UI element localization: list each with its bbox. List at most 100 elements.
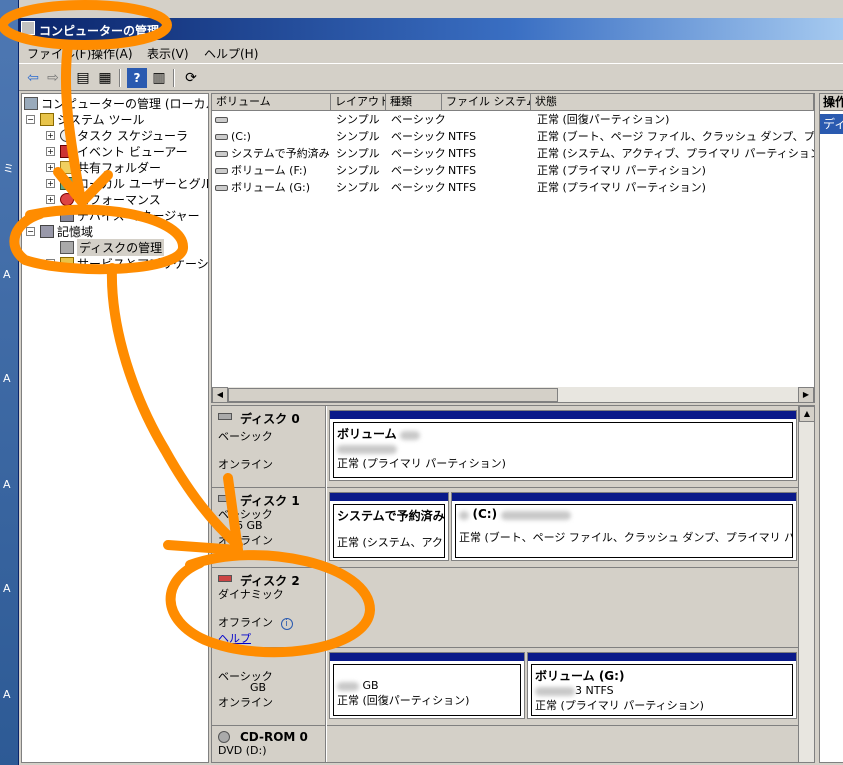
scrollbar-thumb[interactable]: [228, 388, 558, 402]
disk-label[interactable]: ディスク 1 ベーシック 6 GB オンライン: [212, 488, 326, 568]
help-link[interactable]: ヘルプ: [218, 630, 251, 646]
cell-type: ベーシック: [391, 130, 446, 143]
disk-state: オンライン: [218, 696, 273, 709]
partition-status: 正常 (回復パーティション): [337, 694, 470, 707]
redacted-text: [535, 686, 575, 696]
tree-item-event-viewer[interactable]: + イベント ビューアー: [46, 143, 188, 159]
redacted-text: [337, 681, 359, 691]
info-icon[interactable]: i: [280, 618, 293, 630]
table-row[interactable]: ボリューム (F:) シンプル ベーシック NTFS 正常 (プライマリ パーテ…: [212, 162, 814, 179]
scroll-left-icon[interactable]: ◀: [212, 387, 228, 403]
partition-inner: (C:) 正常 (ブート、ページ ファイル、クラッシュ ダンプ、プライマリ パー…: [455, 504, 793, 558]
volume-list-header: ボリューム レイアウト 種類 ファイル システム 状態: [212, 94, 814, 111]
disk-icon: [218, 413, 232, 420]
tree-item-label: 共有フォルダー: [77, 160, 162, 175]
collapse-icon[interactable]: −: [26, 226, 35, 236]
expand-icon[interactable]: +: [46, 178, 55, 188]
title-bar[interactable]: コンピューターの管理: [19, 18, 843, 40]
tree-item-services-applications[interactable]: + サービスとアプリケーション: [46, 255, 208, 271]
disk-size: GB: [250, 681, 267, 694]
properties-icon[interactable]: ▥: [149, 68, 169, 88]
partition-bar: [528, 653, 796, 661]
cell-status: 正常 (プライマリ パーティション): [537, 164, 706, 177]
menu-file[interactable]: ファイル(F): [27, 45, 91, 62]
table-row[interactable]: (C:) シンプル ベーシック NTFS 正常 (ブート、ページ ファイル、クラ…: [212, 128, 814, 145]
column-header-filesystem[interactable]: ファイル システム: [442, 94, 531, 111]
tree-item-device-manager[interactable]: デバイス マネージャー: [60, 207, 200, 223]
tree-item-task-scheduler[interactable]: + タスク スケジューラ: [46, 127, 188, 143]
column-header-status[interactable]: 状態: [531, 94, 814, 111]
collapse-icon[interactable]: −: [26, 114, 35, 124]
toolbar-separator: [67, 69, 69, 87]
storage-icon: [40, 224, 54, 238]
console-tree: コンピューターの管理 (ローカル) − システム ツール + タスク スケジュー…: [21, 93, 209, 763]
menu-action[interactable]: 操作(A): [91, 45, 133, 62]
computer-management-window: コンピューターの管理 ファイル(F) 操作(A) 表示(V) ヘルプ(H) ⇦ …: [18, 0, 843, 765]
expand-icon[interactable]: +: [46, 258, 55, 268]
cell-status: 正常 (プライマリ パーティション): [537, 181, 706, 194]
column-header-volume[interactable]: ボリューム: [212, 94, 331, 111]
refresh-icon[interactable]: ⟳: [181, 68, 201, 88]
up-folder-icon[interactable]: ▤: [73, 68, 93, 88]
expand-icon[interactable]: +: [46, 130, 55, 140]
cell-layout: シンプル: [336, 164, 380, 177]
partition-status: 正常 (プライマリ パーティション): [337, 457, 506, 470]
tree-item-system-tools[interactable]: − システム ツール: [26, 111, 144, 127]
vertical-scrollbar[interactable]: ▲: [798, 406, 814, 762]
computer-icon: [24, 96, 38, 110]
disk-size: 6 GB: [236, 519, 263, 532]
tree-item-disk-management[interactable]: ディスクの管理: [60, 238, 165, 256]
table-row[interactable]: ボリューム (G:) シンプル ベーシック NTFS 正常 (プライマリ パーテ…: [212, 179, 814, 196]
partition-bar: [452, 493, 796, 501]
expand-icon[interactable]: +: [46, 146, 55, 156]
forward-arrow-icon[interactable]: ⇨: [43, 68, 63, 88]
tree-item-local-users[interactable]: + ローカル ユーザーとグループ: [46, 175, 208, 191]
expand-icon[interactable]: +: [46, 162, 55, 172]
menu-view[interactable]: 表示(V): [147, 45, 189, 62]
cell-status: 正常 (ブート、ページ ファイル、クラッシュ ダンプ、プライマリ パ: [537, 130, 814, 143]
cell-type: ベーシック: [391, 113, 446, 126]
tree-item-performance[interactable]: + パフォーマンス: [46, 191, 161, 207]
app-icon: [21, 21, 35, 35]
tree-item-computer-management[interactable]: コンピューターの管理 (ローカル): [24, 95, 208, 111]
expand-icon[interactable]: +: [46, 194, 55, 204]
horizontal-scrollbar[interactable]: ◀ ▶: [212, 386, 814, 403]
disk-label[interactable]: CD-ROM 0 DVD (D:): [212, 726, 326, 762]
desktop-background: ミ A A A A A: [0, 0, 18, 765]
disk-label[interactable]: ディスク 0 ベーシック オンライン: [212, 406, 326, 488]
desktop-text: A: [3, 478, 11, 491]
tools-icon: [40, 112, 54, 126]
disk-name: ディスク 0: [240, 412, 300, 426]
partition-block[interactable]: ボリューム (G:) 3 NTFS 正常 (プライマリ パーティション): [527, 652, 797, 719]
cell-volume: ボリューム (G:): [231, 181, 310, 194]
cell-status: 正常 (システム、アクティブ、プライマリ パーティション): [537, 147, 814, 160]
disk-label[interactable]: ベーシック GB オンライン: [212, 648, 326, 726]
back-arrow-icon[interactable]: ⇦: [23, 68, 43, 88]
scroll-up-icon[interactable]: ▲: [799, 406, 814, 422]
partition-block[interactable]: システムで予約済み 正常 (システム、アクティブ: [329, 492, 449, 561]
partition-block[interactable]: GB 正常 (回復パーティション): [329, 652, 525, 719]
column-header-type[interactable]: 種類: [386, 94, 442, 111]
partition-name: システムで予約済み: [337, 509, 445, 523]
tree-item-storage[interactable]: − 記憶域: [26, 223, 93, 239]
table-row[interactable]: シンプル ベーシック 正常 (回復パーティション): [212, 111, 814, 128]
performance-icon: [60, 192, 74, 206]
toolbar: ⇦ ⇨ ▤ ▦ ? ▥ ⟳: [19, 63, 843, 91]
table-row[interactable]: システムで予約済み シンプル ベーシック NTFS 正常 (システム、アクティブ…: [212, 145, 814, 162]
scroll-right-icon[interactable]: ▶: [798, 387, 814, 403]
menu-help[interactable]: ヘルプ(H): [204, 45, 258, 62]
disk-offline-icon: [218, 575, 232, 582]
show-hide-tree-icon[interactable]: ▦: [95, 68, 115, 88]
action-pane-header: 操作: [820, 94, 843, 111]
help-icon[interactable]: ?: [127, 68, 147, 88]
event-viewer-icon: [60, 144, 74, 158]
disk-partitions: GB 正常 (回復パーティション) ボリューム (G:) 3 NTFS 正常 (…: [327, 648, 799, 726]
partition-block[interactable]: ボリューム 正常 (プライマリ パーティション): [329, 410, 797, 481]
partition-block[interactable]: (C:) 正常 (ブート、ページ ファイル、クラッシュ ダンプ、プライマリ パー…: [451, 492, 797, 561]
action-item[interactable]: ディ: [820, 114, 843, 134]
disk-label[interactable]: ディスク 2 ダイナミック オフライン i ヘルプ: [212, 568, 326, 648]
disk-partitions: システムで予約済み 正常 (システム、アクティブ (C:) 正常 (ブート、ペー…: [327, 488, 799, 568]
column-header-layout[interactable]: レイアウト: [331, 94, 386, 111]
cell-filesystem: NTFS: [448, 130, 477, 143]
tree-item-shared-folders[interactable]: + 共有フォルダー: [46, 159, 161, 175]
